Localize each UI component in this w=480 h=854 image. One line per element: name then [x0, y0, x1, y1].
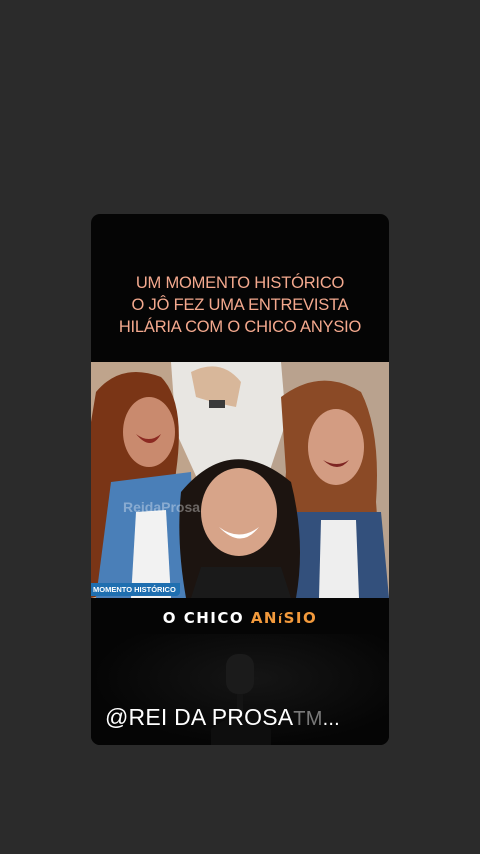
video-subtitle: O CHICO ANíSIO: [91, 609, 389, 627]
handle-ellipsis: ...: [322, 708, 340, 730]
story-card[interactable]: UM MOMENTO HISTÓRICO O JÔ FEZ UMA ENTREV…: [91, 214, 389, 745]
handle-faded: TM: [293, 708, 323, 730]
caption-line-2: O JÔ FEZ UMA ENTREVISTA: [131, 296, 349, 314]
subtitle-part-2: AN: [250, 609, 278, 627]
video-still: [91, 362, 389, 598]
caption-line-1: UM MOMENTO HISTÓRICO: [135, 274, 345, 292]
handle-text: @REI DA PROSA: [105, 704, 294, 730]
account-handle[interactable]: @REI DA PROSATM...: [105, 704, 340, 731]
segment-tag: MOMENTO HISTÓRICO: [91, 583, 180, 596]
caption-line-3: HILÁRIA COM O CHICO ANYSIO: [118, 318, 362, 336]
video-watermark: ReidaProsa: [123, 499, 201, 515]
subtitle-part-4: SIO: [283, 609, 318, 627]
video-frame[interactable]: ReidaProsa MOMENTO HISTÓRICO: [91, 362, 389, 598]
subtitle-part-1: O CHICO: [162, 609, 251, 627]
story-caption: UM MOMENTO HISTÓRICO O JÔ FEZ UMA ENTREV…: [91, 272, 389, 338]
